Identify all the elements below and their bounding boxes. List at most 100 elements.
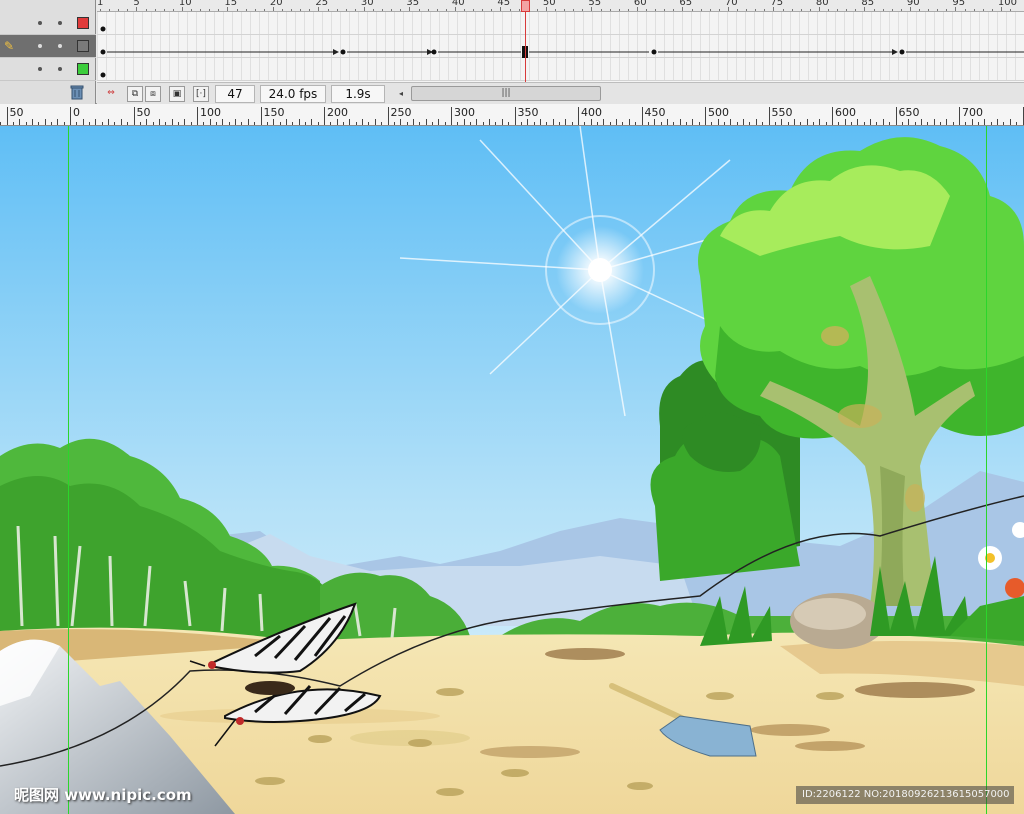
frame-tick [291,9,293,11]
frame-tick [491,9,493,11]
lock-dot-icon[interactable] [58,44,62,48]
visibility-dot-icon[interactable] [38,67,42,71]
ruler-tick [685,122,687,125]
ruler-tick [241,122,243,125]
ruler-label: 300 [454,106,475,119]
ruler-tick [247,119,249,125]
stage-guide-right[interactable] [986,126,987,814]
lock-dot-icon[interactable] [58,67,62,71]
ruler-tick [425,119,427,125]
layer-row-1[interactable] [0,12,96,35]
ruler-tick [895,107,897,125]
layer-color-swatch[interactable] [77,17,89,29]
frame-tick [746,9,748,11]
ruler-tick [647,122,649,125]
stage-ruler: 50 0 50 100 150 200 250 300 350 400 450 500 550 600 65… [0,104,1024,126]
ruler-tick [260,107,262,125]
timeline-scrollbar[interactable]: ||| [411,86,601,101]
ruler-tick [19,119,21,125]
ruler-tick [419,122,421,125]
ruler-tick [514,107,516,125]
ruler-tick [546,122,548,125]
edit-multiple-frames-button[interactable]: ▣ [169,86,185,102]
ruler-tick [304,122,306,125]
visibility-dot-icon[interactable] [38,21,42,25]
frame-tick [354,9,356,11]
ruler-label: 0 [73,106,80,119]
frame-tick [837,9,839,11]
ruler-tick [279,122,281,125]
tween-spans [100,26,1024,78]
layer-row-2[interactable]: ✎ [0,35,96,58]
ruler-tick [31,119,33,125]
ruler-tick [146,119,148,125]
ruler-tick [705,107,706,125]
modify-onion-markers-button[interactable]: [·] [193,86,209,102]
frame-tick [118,9,120,11]
frame-tick [782,9,784,11]
ruler-tick [812,122,814,125]
layer-row-3[interactable] [0,58,96,81]
stage-guide-left[interactable] [68,126,69,814]
ruler-tick [901,122,903,125]
frame-tick [464,9,465,11]
stage-canvas[interactable]: 昵图网 www.nipic.com ID:2206122 NO:20180926… [0,126,1024,814]
onion-skin-button[interactable]: ⧉ [127,86,143,102]
onion-center-button[interactable]: ⇔ [103,86,119,102]
frame-tick [937,9,939,11]
ruler-tick [1016,122,1018,125]
frame-tick [436,9,438,11]
frame-rate-field[interactable]: 24.0 fps [260,85,326,103]
ruler-tick [292,122,294,125]
ruler-tick [508,122,510,125]
frame-tick [655,9,657,11]
frame-tick [891,9,893,11]
frame-tick [282,9,283,11]
ruler-tick [933,119,935,125]
ruler-tick [482,122,484,125]
ruler-tick [946,119,948,125]
ruler-tick [25,122,27,125]
ruler-tick [597,122,599,125]
frame-tick [373,9,374,11]
ruler-tick [190,122,192,125]
pencil-icon: ✎ [4,39,15,53]
ruler-tick [520,122,522,125]
ruler-tick [749,122,751,125]
frame-tick [928,9,930,11]
frame-tick [691,9,693,11]
ruler-label: 500 [708,106,729,119]
onion-skin-outline-button[interactable]: ⧈ [145,86,161,102]
ruler-tick [0,122,2,125]
lock-dot-icon[interactable] [58,21,62,25]
ruler-tick [1022,107,1024,125]
ruler-tick [533,122,535,125]
ruler-tick [463,119,465,125]
frame-tick [236,9,238,11]
layer-color-swatch[interactable] [77,63,89,75]
frame-tick [445,9,447,11]
frame-tick [946,9,948,11]
ruler-tick [679,119,681,125]
ruler-tick [393,122,395,125]
ruler-tick [285,119,287,125]
frame-number-label: 15 [224,0,238,8]
playhead-line[interactable] [525,0,526,82]
ruler-tick [876,122,878,125]
trash-icon[interactable] [70,84,84,100]
ruler-tick [724,122,726,125]
ruler-tick [914,122,916,125]
ruler-tick [927,122,929,125]
frame-tick [327,9,329,11]
scroll-left-arrow-icon[interactable]: ◂ [395,86,407,101]
ruler-tick [317,122,319,125]
frames-area[interactable]: 1 5 10 15 20 25 30 35 40 45 50 55 60 65 70 75 80 85 90 95 10… [97,0,1024,82]
frame-number-label: 50 [542,0,556,8]
layer-color-swatch[interactable] [77,40,89,52]
frame-tick [145,9,147,11]
visibility-dot-icon[interactable] [38,44,42,48]
frame-ruler[interactable]: 1 5 10 15 20 25 30 35 40 45 50 55 60 65 70 75 80 85 90 95 10… [97,0,1024,12]
ruler-tick [539,119,541,125]
playhead-handle[interactable] [521,0,530,12]
ruler-tick [558,122,560,125]
